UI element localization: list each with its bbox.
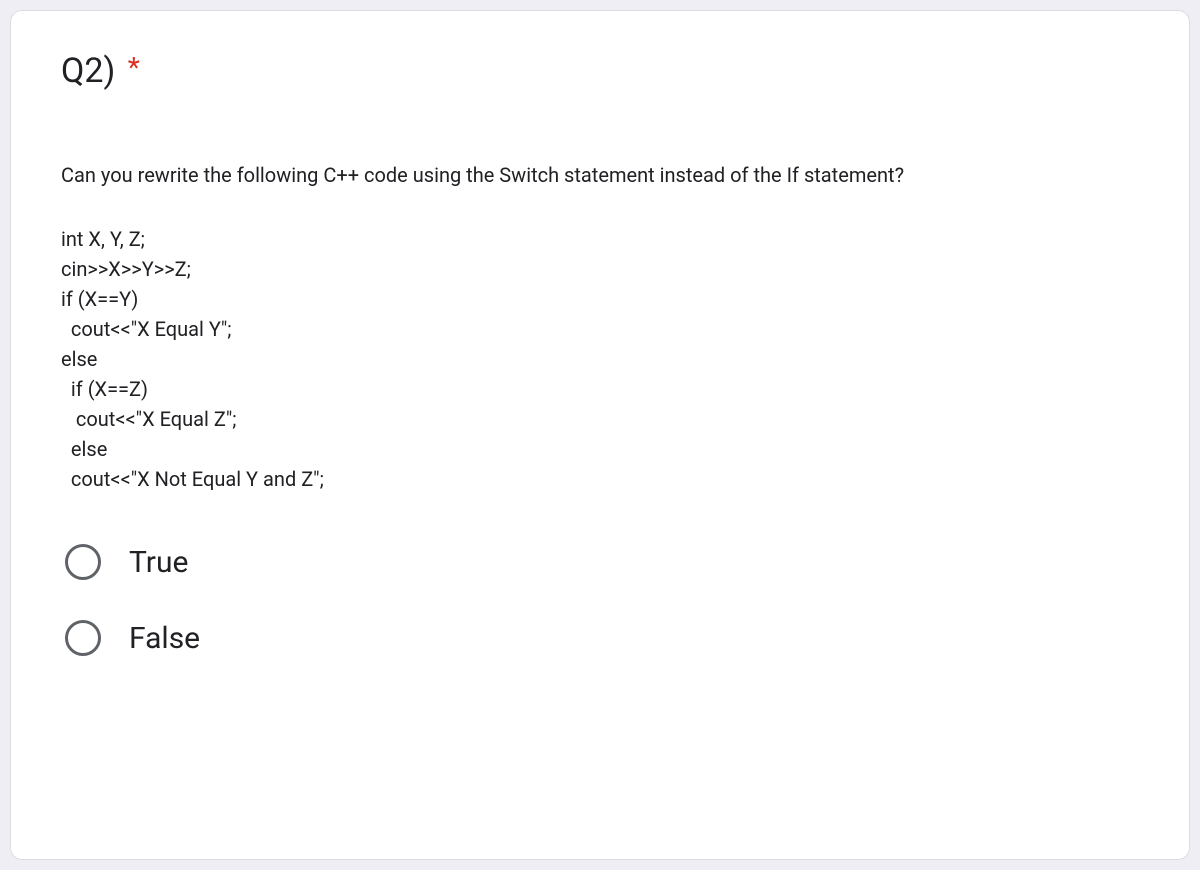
- code-line: cout<<"X Equal Y";: [61, 314, 1139, 344]
- code-line: cin>>X>>Y>>Z;: [61, 254, 1139, 284]
- radio-icon[interactable]: [65, 544, 101, 580]
- option-true[interactable]: True: [61, 544, 1139, 580]
- code-line: if (X==Y): [61, 284, 1139, 314]
- question-body: Can you rewrite the following C++ code u…: [61, 161, 1139, 656]
- code-line: else: [61, 344, 1139, 374]
- code-line: cout<<"X Not Equal Y and Z";: [61, 464, 1139, 494]
- question-title: Q2) *: [61, 51, 1139, 91]
- option-label: True: [129, 545, 188, 580]
- code-line: cout<<"X Equal Z";: [61, 404, 1139, 434]
- question-prompt: Can you rewrite the following C++ code u…: [61, 161, 1139, 189]
- question-card: Q2) * Can you rewrite the following C++ …: [10, 10, 1190, 860]
- code-line: else: [61, 434, 1139, 464]
- option-label: False: [129, 621, 200, 656]
- radio-icon[interactable]: [65, 620, 101, 656]
- code-block: int X, Y, Z; cin>>X>>Y>>Z; if (X==Y) cou…: [61, 224, 1139, 494]
- code-line: if (X==Z): [61, 374, 1139, 404]
- option-false[interactable]: False: [61, 620, 1139, 656]
- question-number: Q2): [61, 51, 115, 91]
- options-container: True False: [61, 544, 1139, 656]
- required-star-icon: *: [128, 51, 140, 84]
- code-line: int X, Y, Z;: [61, 224, 1139, 254]
